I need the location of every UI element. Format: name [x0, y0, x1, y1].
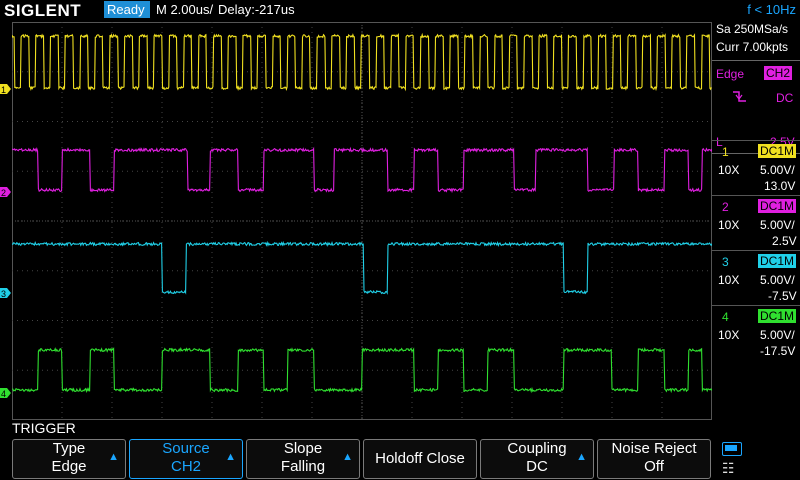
acquisition-status-badge: Ready — [104, 1, 150, 18]
ch3-offset: -7.5V — [768, 289, 797, 303]
holdoff-softkey[interactable]: Holdoff Close — [363, 439, 477, 479]
coupling-arrow-icon: ▲ — [576, 451, 587, 463]
ch2-offset: 2.5V — [772, 234, 797, 248]
ch1-marker[interactable]: 1 — [0, 84, 11, 95]
ch2-info[interactable]: 2 DC1M 10X 5.00V/ 2.5V — [712, 195, 800, 250]
noise-reject-softkey-label: Noise Reject — [598, 440, 710, 458]
source-arrow-icon: ▲ — [225, 451, 236, 463]
ch1-info[interactable]: 1 DC1M 10X 5.00V/ 13.0V — [712, 140, 800, 195]
sample-rate: Sa 250MSa/s — [716, 22, 788, 36]
ch1-offset: 13.0V — [764, 179, 795, 193]
slope-softkey[interactable]: Slope Falling ▲ — [246, 439, 360, 479]
type-softkey[interactable]: Type Edge ▲ — [12, 439, 126, 479]
ch1-probe: 10X — [718, 163, 739, 177]
svg-text:1: 1 — [1, 85, 6, 95]
holdoff-softkey-label: Holdoff Close — [364, 440, 476, 478]
ch1-number: 1 — [722, 145, 729, 159]
ch4-offset: -17.5V — [760, 344, 795, 358]
frequency-counter: f < 10Hz — [747, 1, 796, 18]
ch4-marker[interactable]: 4 — [0, 388, 11, 399]
usb-icon — [722, 442, 742, 456]
channel-markers: 1 2 3 4 — [0, 20, 12, 440]
ch4-coupling-badge: DC1M — [758, 309, 796, 323]
network-icon: ☷ — [722, 460, 735, 477]
ch3-number: 3 — [722, 255, 729, 269]
ch4-volts-div: 5.00V/ — [760, 328, 795, 342]
ch2-coupling-badge: DC1M — [758, 199, 796, 213]
top-status-bar: SIGLENT Ready M 2.00us/ Delay:-217us f <… — [0, 0, 800, 20]
waveform-display[interactable] — [12, 22, 712, 420]
ch3-marker[interactable]: 3 — [0, 288, 11, 299]
ch2-number: 2 — [722, 200, 729, 214]
trigger-coupling: DC — [776, 91, 793, 105]
ch3-probe: 10X — [718, 273, 739, 287]
ch4-number: 4 — [722, 310, 729, 324]
ch3-info[interactable]: 3 DC1M 10X 5.00V/ -7.5V — [712, 250, 800, 305]
ch4-info[interactable]: 4 DC1M 10X 5.00V/ -17.5V — [712, 305, 800, 360]
waveform-canvas — [12, 22, 712, 420]
menu-title: TRIGGER — [12, 420, 76, 436]
svg-text:3: 3 — [1, 289, 6, 299]
source-softkey[interactable]: Source CH2 ▲ — [129, 439, 243, 479]
coupling-softkey[interactable]: Coupling DC ▲ — [480, 439, 594, 479]
trigger-type-label: Edge — [716, 67, 744, 81]
ch4-probe: 10X — [718, 328, 739, 342]
ch1-volts-div: 5.00V/ — [760, 163, 795, 177]
noise-reject-softkey[interactable]: Noise Reject Off — [597, 439, 711, 479]
info-panel: Sa 250MSa/s Curr 7.00kpts Edge CH2 DC L … — [712, 20, 800, 436]
ch2-probe: 10X — [718, 218, 739, 232]
slope-arrow-icon: ▲ — [342, 451, 353, 463]
falling-edge-icon — [732, 89, 748, 103]
noise-reject-softkey-value: Off — [598, 458, 710, 476]
ch1-coupling-badge: DC1M — [758, 144, 796, 158]
ch3-volts-div: 5.00V/ — [760, 273, 795, 287]
ch2-marker[interactable]: 2 — [0, 187, 11, 198]
ch3-coupling-badge: DC1M — [758, 254, 796, 268]
brand-logo: SIGLENT — [4, 1, 81, 21]
timebase-readout[interactable]: M 2.00us/ — [156, 1, 213, 18]
trigger-source-badge: CH2 — [764, 66, 792, 80]
ch2-volts-div: 5.00V/ — [760, 218, 795, 232]
svg-text:4: 4 — [1, 389, 6, 399]
svg-text:2: 2 — [1, 188, 6, 198]
type-arrow-icon: ▲ — [108, 451, 119, 463]
memory-depth: Curr 7.00kpts — [716, 40, 788, 54]
delay-readout[interactable]: Delay:-217us — [218, 1, 295, 18]
